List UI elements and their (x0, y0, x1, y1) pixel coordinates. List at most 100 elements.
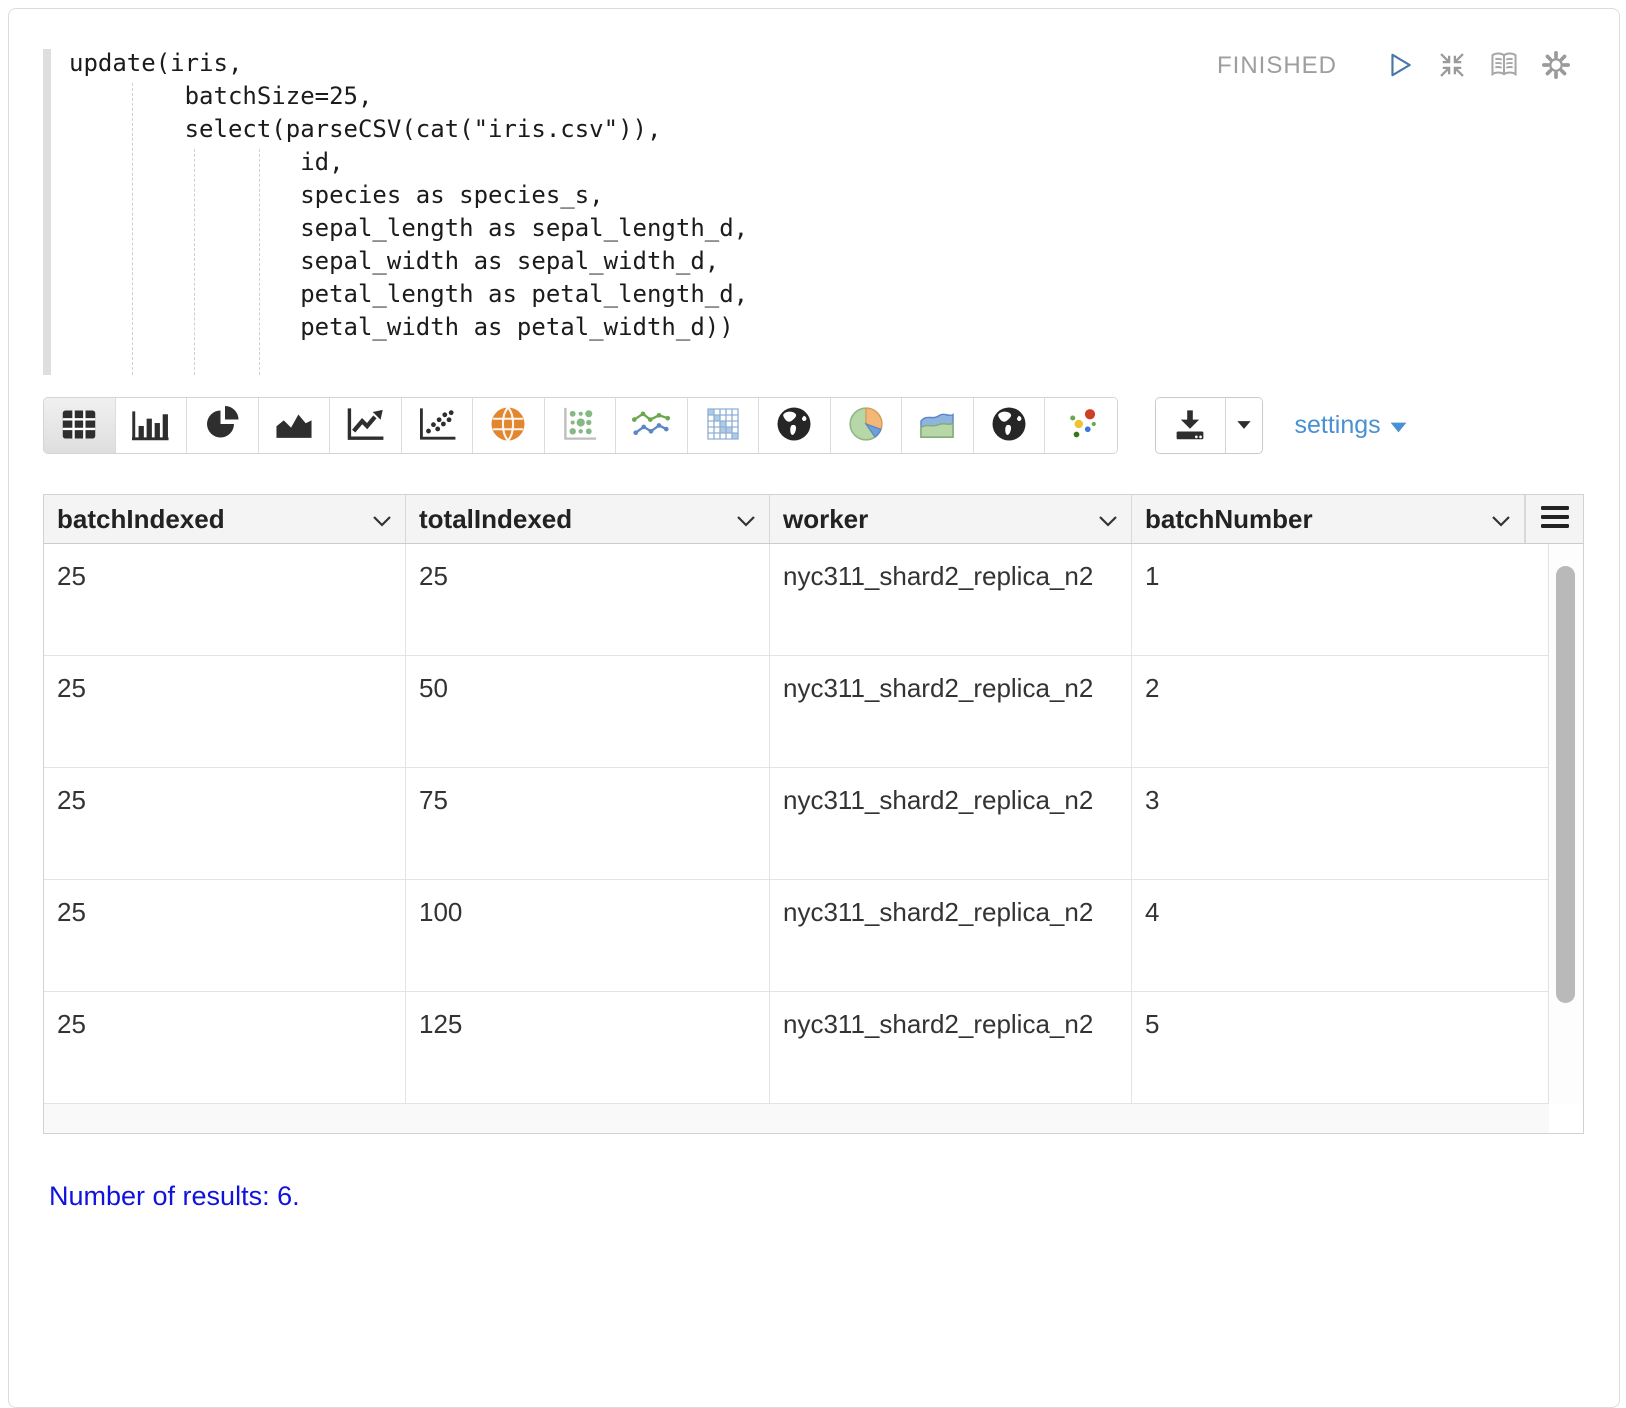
cell-totalIndexed: 100 (406, 880, 770, 991)
chart-btn-multiline[interactable] (616, 398, 688, 453)
download-icon (1173, 409, 1207, 443)
chart-btn-stacked-area[interactable] (902, 398, 974, 453)
cell-worker: nyc311_shard2_replica_n2 (770, 656, 1132, 767)
vertical-scrollbar[interactable] (1549, 544, 1583, 1104)
run-button[interactable] (1383, 49, 1417, 83)
bar-chart-icon (132, 408, 170, 444)
chart-btn-scatter[interactable] (402, 398, 474, 453)
cell-worker: nyc311_shard2_replica_n2 (770, 880, 1132, 991)
globe-icon (776, 406, 812, 445)
chart-btn-area[interactable] (259, 398, 331, 453)
chart-btn-bubble-grid[interactable] (545, 398, 617, 453)
chart-btn-map-orange[interactable] (473, 398, 545, 453)
chart-btn-table[interactable] (44, 398, 116, 453)
paragraph-settings-button[interactable] (1539, 49, 1573, 83)
column-header-totalIndexed[interactable]: totalIndexed (406, 495, 770, 543)
heatmap-icon (705, 406, 741, 445)
cell-totalIndexed: 50 (406, 656, 770, 767)
table-icon (61, 409, 97, 443)
compress-icon (1437, 50, 1467, 83)
table-row: 25 75 nyc311_shard2_replica_n2 3 (44, 768, 1583, 880)
cell-batchIndexed: 25 (44, 656, 406, 767)
book-icon (1489, 50, 1519, 83)
cell-worker: nyc311_shard2_replica_n2 (770, 992, 1132, 1103)
cell-totalIndexed: 25 (406, 544, 770, 655)
column-header-worker[interactable]: worker (770, 495, 1132, 543)
code-line: species as species_s, (69, 179, 748, 212)
code-line: id, (69, 146, 748, 179)
scatter-colored-icon (1063, 406, 1099, 445)
cell-worker: nyc311_shard2_replica_n2 (770, 768, 1132, 879)
chart-btn-globe-alt[interactable] (974, 398, 1046, 453)
chevron-down-icon[interactable] (1098, 504, 1118, 535)
chart-btn-bar[interactable] (116, 398, 188, 453)
table-menu-button[interactable] (1525, 495, 1583, 543)
code-line: petal_width as petal_width_d)) (69, 311, 748, 344)
scrollbar-thumb[interactable] (1556, 566, 1575, 1003)
pie-colored-icon (847, 405, 885, 446)
code-line: update(iris, (69, 47, 748, 80)
chart-btn-scatter-colored[interactable] (1045, 398, 1117, 453)
code-line: sepal_width as sepal_width_d, (69, 245, 748, 278)
chart-type-group (43, 397, 1118, 454)
globe-icon (991, 406, 1027, 445)
chart-btn-heatmap[interactable] (688, 398, 760, 453)
cell-batchIndexed: 25 (44, 992, 406, 1103)
chart-btn-globe[interactable] (759, 398, 831, 453)
chart-btn-pie[interactable] (187, 398, 259, 453)
code-line: sepal_length as sepal_length_d, (69, 212, 748, 245)
stacked-area-icon (917, 408, 957, 443)
download-options-button[interactable] (1225, 398, 1262, 453)
horizontal-scrollbar-track[interactable] (44, 1104, 1549, 1133)
column-label: totalIndexed (419, 504, 572, 535)
cell-totalIndexed: 125 (406, 992, 770, 1103)
column-label: worker (783, 504, 868, 535)
download-button[interactable] (1156, 398, 1225, 453)
hamburger-icon (1541, 504, 1569, 535)
code-text: update(iris, batchSize=25, select(parseC… (69, 47, 748, 344)
cell-batchNumber: 5 (1132, 992, 1549, 1103)
settings-link[interactable]: settings (1295, 411, 1407, 440)
collapse-editor-button[interactable] (1435, 49, 1469, 83)
cell-batchIndexed: 25 (44, 880, 406, 991)
scatter-chart-icon (418, 407, 456, 444)
chart-btn-pie-colored[interactable] (831, 398, 903, 453)
cell-batchNumber: 2 (1132, 656, 1549, 767)
cell-worker: nyc311_shard2_replica_n2 (770, 544, 1132, 655)
cell-batchIndexed: 25 (44, 544, 406, 655)
cell-totalIndexed: 75 (406, 768, 770, 879)
table-header-row: batchIndexed totalIndexed worker batchNu… (44, 495, 1583, 544)
line-chart-icon (346, 407, 384, 444)
zeppelin-paragraph: update(iris, batchSize=25, select(parseC… (8, 8, 1620, 1408)
results-count-text: Number of results: 6. (49, 1181, 300, 1212)
play-icon (1386, 51, 1414, 82)
toggle-output-button[interactable] (1487, 49, 1521, 83)
column-header-batchIndexed[interactable]: batchIndexed (44, 495, 406, 543)
code-line: batchSize=25, (69, 80, 748, 113)
table-row: 25 125 nyc311_shard2_replica_n2 5 (44, 992, 1583, 1104)
gear-icon (1541, 50, 1571, 83)
chevron-down-icon[interactable] (1491, 504, 1511, 535)
chart-btn-line[interactable] (330, 398, 402, 453)
cell-batchIndexed: 25 (44, 768, 406, 879)
table-row: 25 25 nyc311_shard2_replica_n2 1 (44, 544, 1583, 656)
cell-batchNumber: 4 (1132, 880, 1549, 991)
column-label: batchIndexed (57, 504, 225, 535)
globe-orange-icon (490, 406, 526, 445)
code-editor[interactable]: update(iris, batchSize=25, select(parseC… (43, 41, 1573, 371)
table-row: 25 100 nyc311_shard2_replica_n2 4 (44, 880, 1583, 992)
cell-batchNumber: 1 (1132, 544, 1549, 655)
caret-down-icon (1236, 418, 1252, 433)
caret-down-icon (1390, 411, 1407, 440)
chevron-down-icon[interactable] (736, 504, 756, 535)
status-badge: FINISHED (1217, 52, 1337, 80)
multi-line-chart-icon (631, 408, 671, 443)
download-group (1155, 397, 1263, 454)
editor-gutter (43, 49, 51, 375)
settings-label: settings (1295, 411, 1381, 440)
bubble-grid-icon (561, 406, 599, 445)
code-line: select(parseCSV(cat("iris.csv")), (69, 113, 748, 146)
chevron-down-icon[interactable] (372, 504, 392, 535)
column-header-batchNumber[interactable]: batchNumber (1132, 495, 1525, 543)
viz-toolbar: settings (43, 397, 1589, 454)
